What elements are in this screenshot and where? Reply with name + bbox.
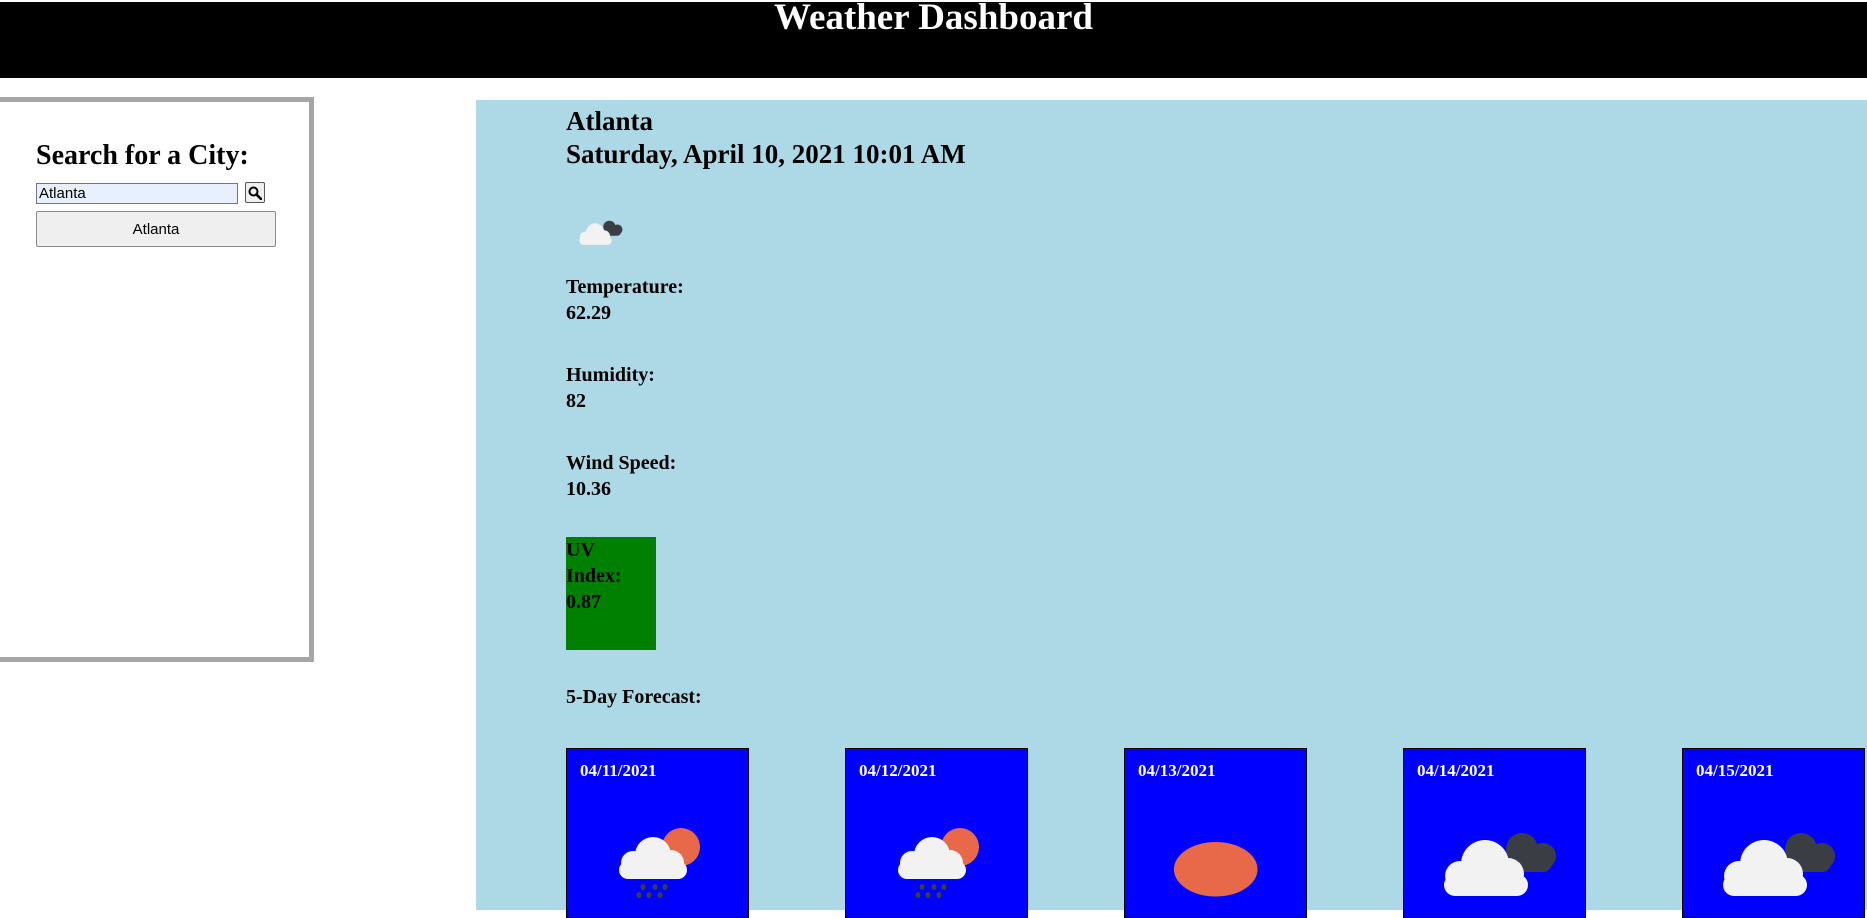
current-city: Atlanta xyxy=(566,106,653,136)
forecast-card: 04/11/2021 xyxy=(566,748,749,918)
humidity-label: Humidity: xyxy=(566,364,655,386)
search-icon xyxy=(248,186,262,200)
wind-value: 10.36 xyxy=(566,478,611,500)
cloudy-icon xyxy=(579,220,623,245)
cloudy-icon xyxy=(1723,833,1835,896)
forecast-date: 04/13/2021 xyxy=(1138,761,1216,780)
history-city-button[interactable]: Atlanta xyxy=(36,211,276,247)
forecast-card: 04/12/2021 xyxy=(845,748,1028,918)
search-heading: Search for a City: xyxy=(36,140,249,171)
rain-sun-icon xyxy=(619,828,700,898)
city-search-input[interactable] xyxy=(36,183,238,204)
humidity-value: 82 xyxy=(566,390,586,412)
forecast-date: 04/11/2021 xyxy=(580,761,657,780)
temperature-value: 62.29 xyxy=(566,302,611,324)
uv-value: 0.87 xyxy=(566,591,601,613)
forecast-date: 04/15/2021 xyxy=(1696,761,1774,780)
uv-index-badge: UV Index: 0.87 xyxy=(566,537,656,650)
forecast-card: 04/15/2021 xyxy=(1682,748,1865,918)
uv-label-line2: Index: xyxy=(566,565,622,587)
forecast-card: 04/13/2021 xyxy=(1124,748,1307,918)
forecast-date: 04/12/2021 xyxy=(859,761,937,780)
current-datetime: Saturday, April 10, 2021 10:01 AM xyxy=(566,139,966,169)
app-header: Weather Dashboard xyxy=(0,2,1867,78)
rain-sun-icon xyxy=(898,828,979,898)
forecast-card: 04/14/2021 xyxy=(1403,748,1586,918)
sun-icon xyxy=(1173,842,1258,897)
humidity-block: Humidity: 82 xyxy=(566,362,655,414)
temperature-label: Temperature: xyxy=(566,276,684,298)
uv-label-line1: UV xyxy=(566,539,595,561)
temperature-block: Temperature: 62.29 xyxy=(566,274,684,326)
search-panel: Search for a City: Atlanta xyxy=(0,97,314,662)
wind-block: Wind Speed: 10.36 xyxy=(566,450,676,502)
forecast-heading: 5-Day Forecast: xyxy=(566,686,702,708)
page-title: Weather Dashboard xyxy=(774,2,1093,38)
cloudy-icon xyxy=(1444,833,1556,896)
weather-panel: Atlanta Saturday, April 10, 2021 10:01 A… xyxy=(476,100,1867,918)
wind-label: Wind Speed: xyxy=(566,452,677,474)
forecast-date: 04/14/2021 xyxy=(1417,761,1495,780)
search-button[interactable] xyxy=(245,182,265,203)
